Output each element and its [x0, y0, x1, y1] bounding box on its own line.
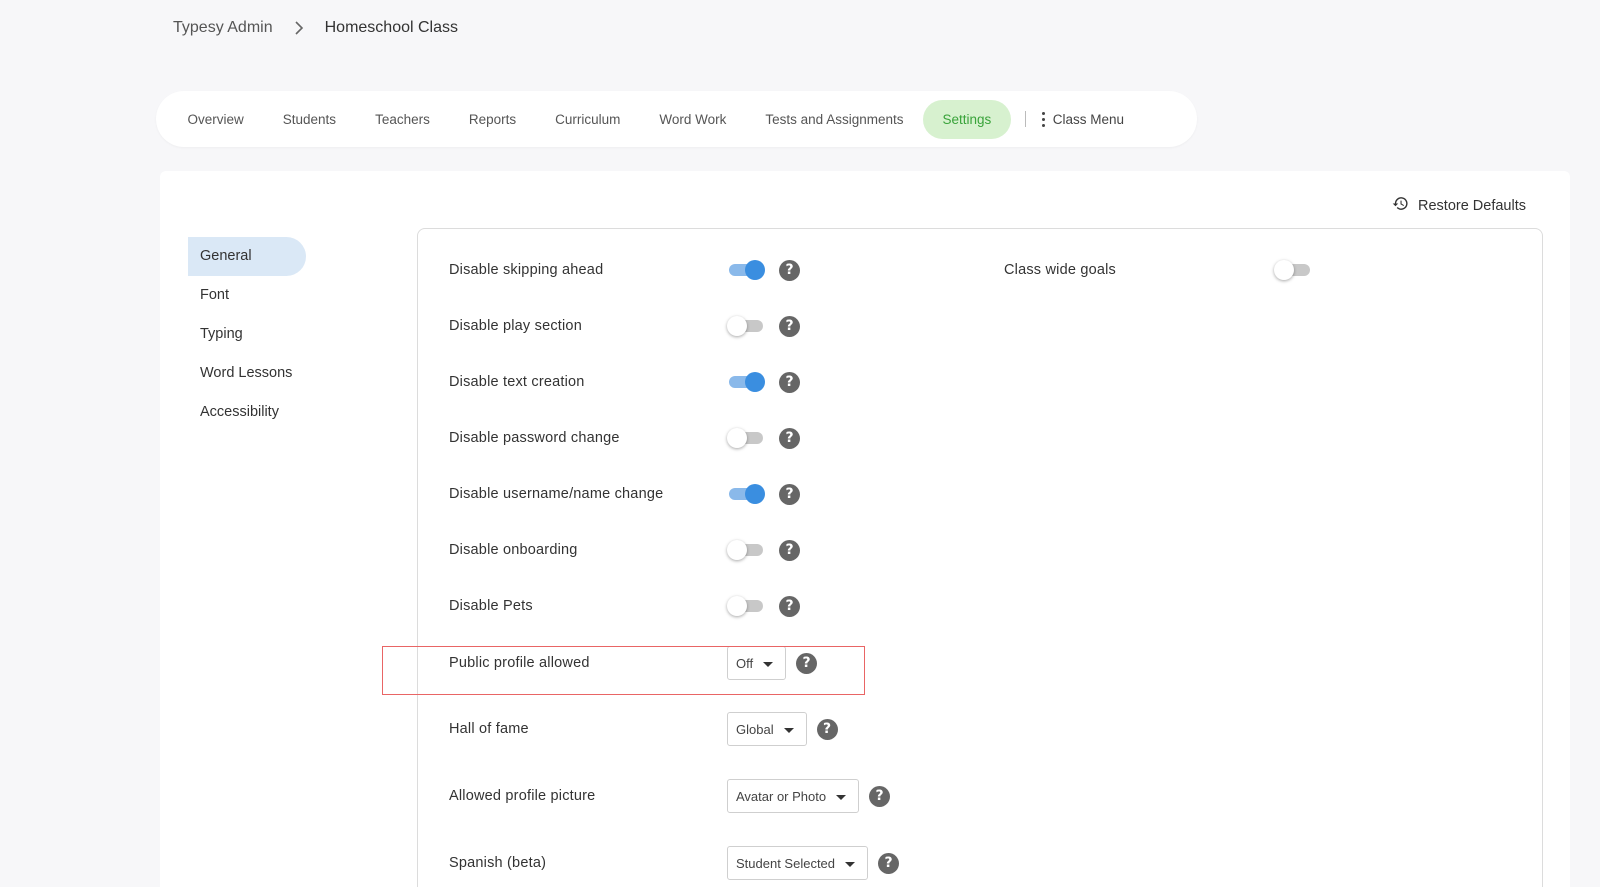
tab-tests-and-assignments[interactable]: Tests and Assignments: [746, 102, 923, 137]
setting-label: Disable text creation: [449, 374, 585, 390]
disable-password-change-toggle[interactable]: [727, 423, 765, 453]
disable-onboarding-toggle[interactable]: [727, 535, 765, 565]
select-value: Global: [736, 721, 774, 737]
disable-pets-toggle[interactable]: [727, 591, 765, 621]
allowed-profile-picture-select[interactable]: Avatar or Photo: [727, 779, 860, 813]
setting-row-public-profile: Public profile allowed Off ?: [449, 646, 818, 680]
tab-settings[interactable]: Settings: [922, 99, 1011, 139]
help-icon[interactable]: ?: [779, 315, 800, 337]
breadcrumb: Typesy Admin Homeschool Class: [173, 16, 458, 40]
help-icon[interactable]: ?: [796, 652, 818, 674]
setting-row-disable-play-section: Disable play section ?: [449, 311, 800, 341]
setting-label: Spanish (beta): [449, 855, 547, 871]
breadcrumb-current: Homeschool Class: [324, 19, 458, 36]
side-item-general[interactable]: General: [188, 237, 306, 276]
chevron-right-icon: [287, 16, 311, 40]
class-tabs: Overview Students Teachers Reports Curri…: [156, 91, 1197, 147]
settings-side-nav: General Font Typing Word Lessons Accessi…: [188, 237, 306, 432]
tab-curriculum[interactable]: Curriculum: [536, 102, 640, 137]
setting-label: Disable password change: [449, 430, 620, 446]
help-icon[interactable]: ?: [779, 595, 800, 617]
caret-down-icon: [763, 661, 774, 667]
setting-label: Allowed profile picture: [449, 788, 596, 804]
caret-down-icon: [845, 861, 856, 867]
help-icon[interactable]: ?: [779, 371, 800, 393]
setting-label: Disable onboarding: [449, 542, 578, 558]
help-icon[interactable]: ?: [779, 427, 800, 449]
setting-label: Disable Pets: [449, 598, 533, 614]
caret-down-icon: [836, 794, 847, 800]
restore-history-icon: [1392, 195, 1409, 216]
help-icon[interactable]: ?: [816, 718, 838, 740]
help-icon[interactable]: ?: [779, 483, 800, 505]
select-value: Avatar or Photo: [736, 788, 827, 804]
class-menu-label: Class Menu: [1052, 111, 1125, 127]
breadcrumb-root[interactable]: Typesy Admin: [173, 19, 273, 37]
class-menu-button[interactable]: Class Menu: [1041, 111, 1125, 127]
side-item-typing[interactable]: Typing: [188, 315, 306, 354]
setting-row-disable-skipping-ahead: Disable skipping ahead ?: [449, 255, 800, 285]
disable-skipping-ahead-toggle[interactable]: [727, 255, 765, 285]
disable-text-creation-toggle[interactable]: [727, 367, 765, 397]
help-icon[interactable]: ?: [779, 259, 800, 281]
setting-label: Disable username/name change: [449, 486, 664, 502]
disable-username-change-toggle[interactable]: [727, 479, 765, 509]
restore-defaults-label: Restore Defaults: [1418, 197, 1526, 214]
help-icon[interactable]: ?: [869, 785, 891, 807]
select-value: Off: [736, 655, 754, 671]
select-value: Student Selected: [736, 855, 836, 871]
side-item-word-lessons[interactable]: Word Lessons: [188, 354, 306, 393]
setting-row-hall-of-fame: Hall of fame Global ?: [449, 712, 838, 746]
tab-word-work[interactable]: Word Work: [640, 102, 746, 137]
setting-row-disable-username-change: Disable username/name change ?: [449, 479, 800, 509]
setting-row-disable-pets: Disable Pets ?: [449, 591, 800, 621]
tab-overview[interactable]: Overview: [168, 102, 263, 137]
setting-label: Disable play section: [449, 318, 582, 334]
tab-students[interactable]: Students: [263, 102, 355, 137]
setting-row-disable-password-change: Disable password change ?: [449, 423, 800, 453]
setting-row-class-wide-goals: Class wide goals: [1004, 255, 1312, 285]
setting-label: Class wide goals: [1004, 262, 1116, 278]
setting-row-disable-text-creation: Disable text creation ?: [449, 367, 800, 397]
settings-card: Restore Defaults General Font Typing Wor…: [160, 171, 1570, 887]
class-wide-goals-toggle[interactable]: [1274, 255, 1312, 285]
public-profile-select[interactable]: Off: [727, 646, 787, 680]
side-item-accessibility[interactable]: Accessibility: [188, 393, 306, 432]
hall-of-fame-select[interactable]: Global: [727, 712, 807, 746]
setting-label: Hall of fame: [449, 721, 529, 737]
tab-reports[interactable]: Reports: [449, 102, 535, 137]
restore-defaults-button[interactable]: Restore Defaults: [1392, 195, 1526, 216]
setting-label: Public profile allowed: [449, 655, 590, 671]
setting-label: Disable skipping ahead: [449, 262, 604, 278]
setting-row-allowed-profile-picture: Allowed profile picture Avatar or Photo …: [449, 779, 891, 813]
disable-play-section-toggle[interactable]: [727, 311, 765, 341]
spanish-beta-select[interactable]: Student Selected: [727, 846, 869, 880]
tab-teachers[interactable]: Teachers: [356, 102, 450, 137]
tab-divider: [1024, 111, 1026, 127]
help-icon[interactable]: ?: [878, 852, 900, 874]
setting-row-spanish-beta: Spanish (beta) Student Selected ?: [449, 846, 900, 880]
general-settings-panel: Disable skipping ahead ? Disable play se…: [417, 228, 1543, 887]
help-icon[interactable]: ?: [779, 539, 800, 561]
kebab-menu-icon: [1041, 111, 1045, 127]
caret-down-icon: [783, 727, 794, 733]
setting-row-disable-onboarding: Disable onboarding ?: [449, 535, 800, 565]
side-item-font[interactable]: Font: [188, 276, 306, 315]
